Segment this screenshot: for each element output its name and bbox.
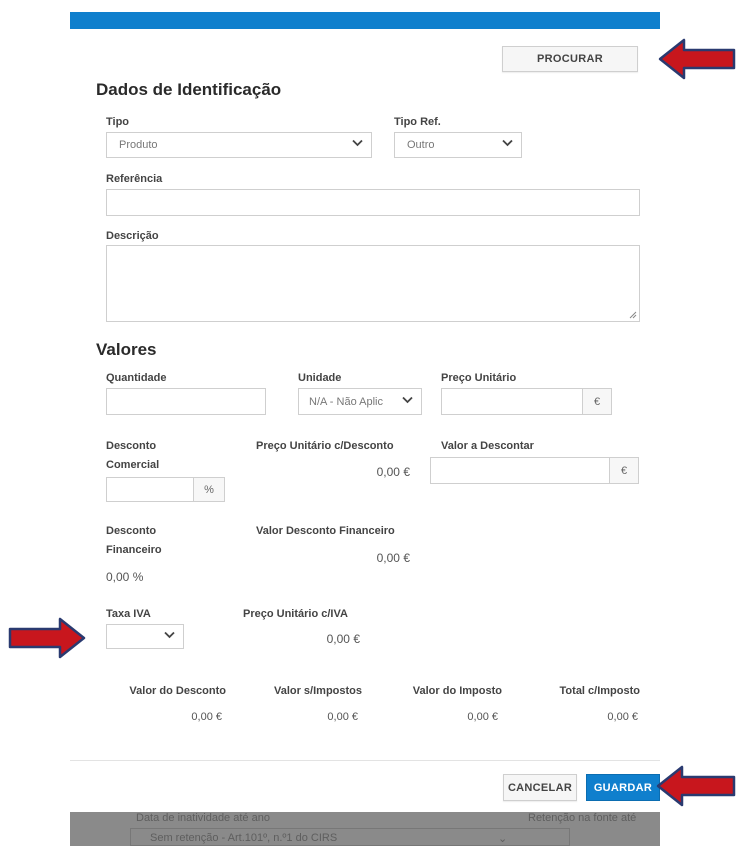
preco-unitario-desconto-value: 0,00 €: [376, 465, 410, 479]
tipo-label: Tipo: [106, 116, 130, 128]
chevron-down-icon: [402, 395, 413, 406]
tipo-ref-select[interactable]: Outro: [394, 132, 522, 158]
total-header-total-com-imposto: Total c/Imposto: [559, 685, 640, 697]
descricao-textarea[interactable]: [106, 245, 640, 322]
identification-section-title: Dados de Identificação: [96, 80, 282, 99]
tipo-select[interactable]: Produto: [106, 132, 372, 158]
unidade-select-value: N/A - Não Aplic: [309, 395, 383, 408]
annotation-arrow-icon: [656, 765, 736, 807]
total-value-valor-desconto: 0,00 €: [191, 711, 222, 723]
unidade-label: Unidade: [298, 372, 342, 384]
tipo-select-value: Produto: [119, 139, 158, 151]
background-form-strip: Data de inatividade até ano Retenção na …: [70, 812, 660, 846]
background-right-label: Retenção na fonte até: [528, 812, 637, 824]
valor-desconto-financeiro-label: Valor Desconto Financeiro: [256, 525, 395, 537]
desconto-financeiro-value: 0,00 %: [106, 570, 144, 584]
taxa-iva-label: Taxa IVA: [106, 608, 151, 620]
total-header-valor-desconto: Valor do Desconto: [129, 685, 226, 697]
desconto-financeiro-label-2: Financeiro: [106, 544, 162, 556]
total-header-valor-sem-impostos: Valor s/Impostos: [273, 685, 362, 697]
background-select-value: Sem retenção - Art.101º, n.º1 do CIRS: [150, 832, 338, 844]
background-left-label: Data de inatividade até ano: [136, 812, 270, 824]
annotation-arrow-icon: [658, 38, 736, 80]
preco-unitario-desconto-label: Preço Unitário c/Desconto: [256, 440, 394, 452]
values-section-title: Valores: [96, 340, 157, 359]
quantidade-input[interactable]: [106, 388, 266, 415]
preco-unitario-label: Preço Unitário: [441, 372, 517, 384]
desconto-comercial-label-1: Desconto: [106, 440, 157, 452]
unidade-select[interactable]: N/A - Não Aplic: [298, 388, 422, 415]
descricao-label: Descrição: [106, 230, 159, 242]
desconto-comercial-label-2: Comercial: [106, 459, 160, 471]
total-value-total-com-imposto: 0,00 €: [607, 711, 638, 723]
preco-unitario-input[interactable]: [441, 388, 583, 415]
cancel-button[interactable]: CANCELAR: [503, 774, 577, 801]
desconto-financeiro-label-1: Desconto: [106, 525, 157, 537]
chevron-down-icon: [502, 139, 513, 150]
valor-desconto-financeiro-value: 0,00 €: [376, 551, 410, 565]
preco-unitario-iva-label: Preço Unitário c/IVA: [243, 608, 348, 620]
resize-handle-icon[interactable]: [629, 311, 637, 319]
chevron-down-icon: [352, 139, 363, 150]
save-button[interactable]: GUARDAR: [586, 774, 660, 801]
annotation-arrow-icon: [8, 617, 86, 659]
taxa-iva-select[interactable]: [106, 624, 184, 649]
chevron-down-icon: ⌄: [498, 833, 508, 845]
referencia-input[interactable]: [106, 189, 640, 216]
search-button[interactable]: PROCURAR: [502, 46, 638, 72]
euro-addon: €: [582, 388, 612, 415]
valor-a-descontar-input[interactable]: [430, 457, 610, 484]
footer-divider: [70, 760, 660, 761]
euro-addon: €: [609, 457, 639, 484]
total-header-valor-imposto: Valor do Imposto: [412, 685, 502, 697]
desconto-comercial-input[interactable]: [106, 477, 194, 502]
total-value-valor-imposto: 0,00 €: [467, 711, 498, 723]
percent-addon: %: [193, 477, 225, 502]
preco-unitario-iva-value: 0,00 €: [326, 632, 360, 646]
chevron-down-icon: [164, 630, 175, 641]
referencia-label: Referência: [106, 173, 163, 185]
quantidade-label: Quantidade: [106, 372, 167, 384]
dialog-header-bar: [70, 12, 660, 29]
valor-a-descontar-label: Valor a Descontar: [441, 440, 534, 452]
total-value-valor-sem-impostos: 0,00 €: [327, 711, 358, 723]
tipo-ref-select-value: Outro: [407, 139, 435, 151]
tipo-ref-label: Tipo Ref.: [394, 116, 441, 128]
